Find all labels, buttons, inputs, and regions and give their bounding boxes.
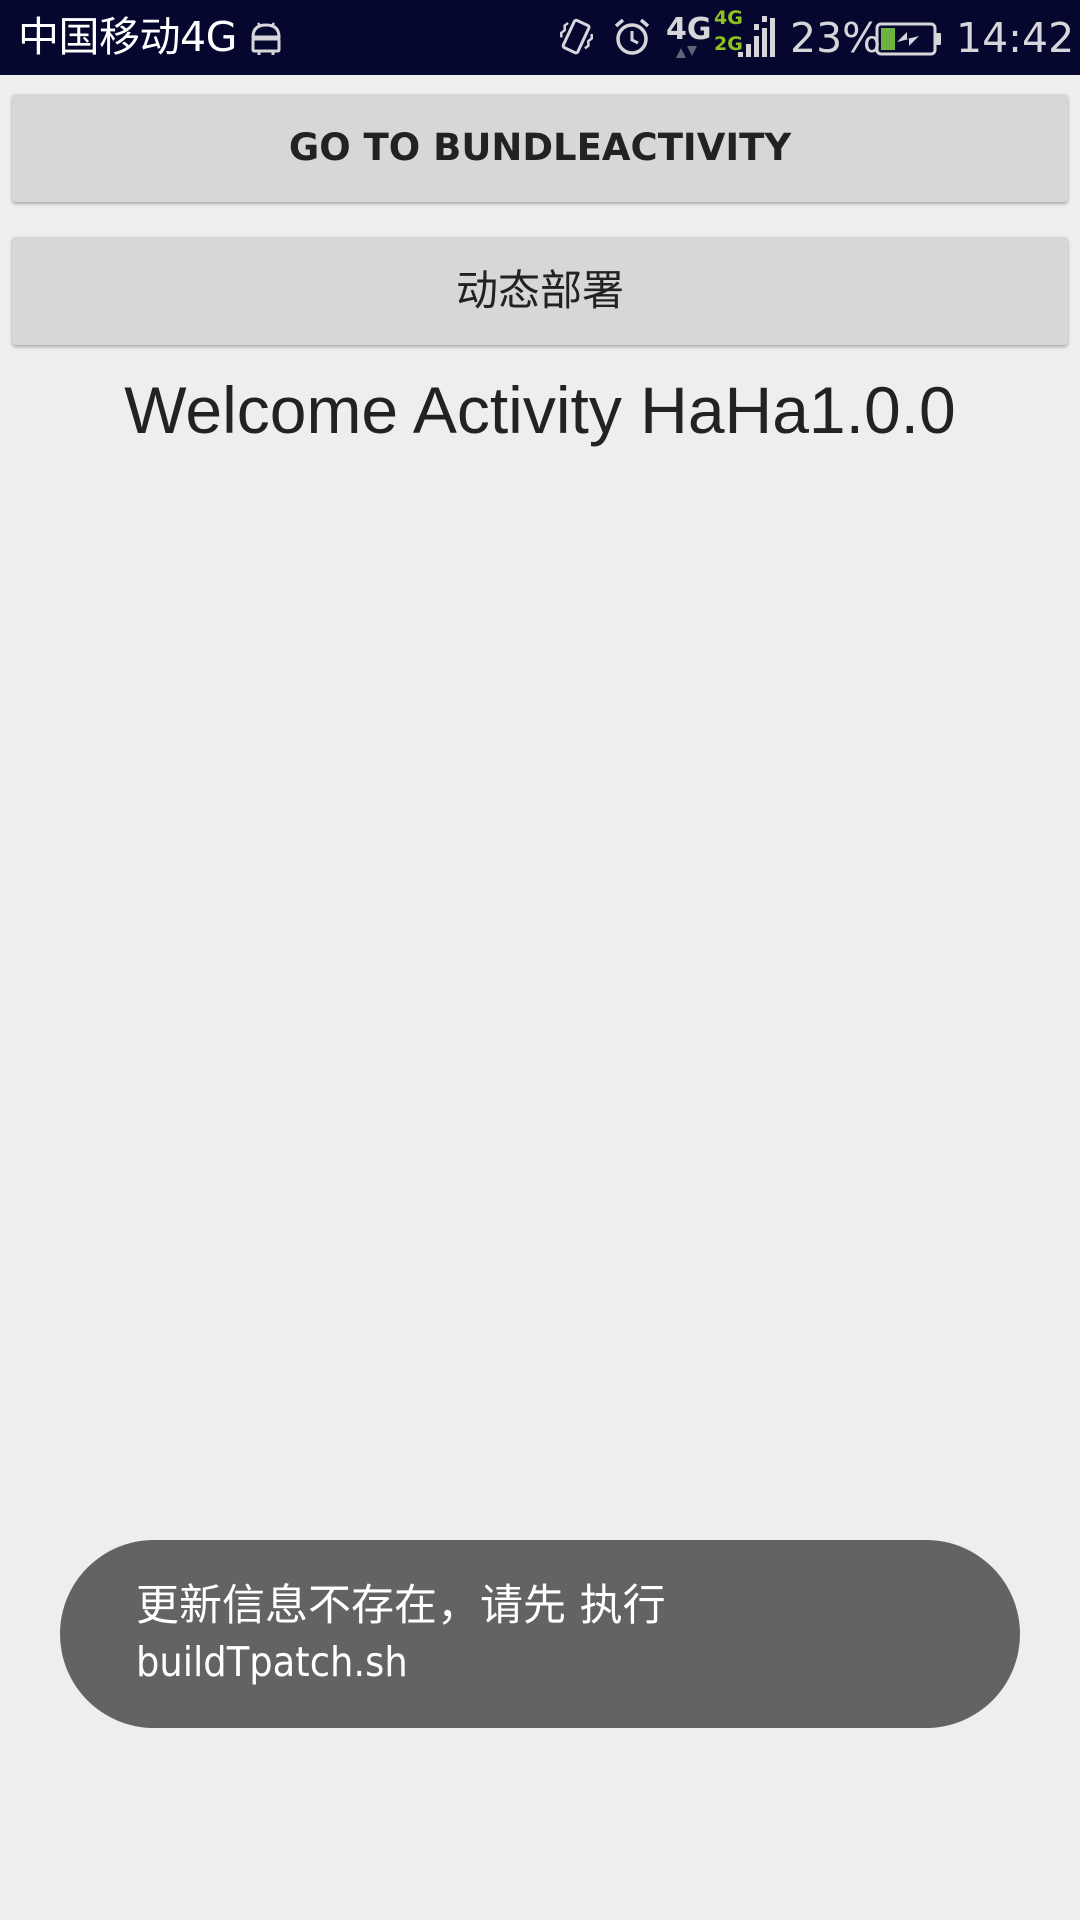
- status-bar: 中国移动4G 4G 4G 2G 23% 14:42: [0, 0, 1080, 75]
- dynamic-deploy-button[interactable]: 动态部署: [12, 237, 1068, 345]
- signal-icon: [738, 16, 775, 57]
- android-debug-icon: [251, 22, 281, 55]
- battery-charging-icon: [875, 22, 941, 56]
- welcome-text: Welcome Activity HaHa1.0.0: [124, 373, 956, 447]
- battery-percent-label: 23%: [790, 14, 882, 62]
- toast-line-1: 更新信息不存在，请先 执行: [136, 1581, 666, 1631]
- go-to-bundle-activity-button[interactable]: GO TO BUNDLEACTIVITY: [12, 94, 1068, 202]
- vibrate-icon: [559, 18, 594, 55]
- data-arrows-icon: [676, 46, 697, 58]
- clock-label: 14:42: [956, 14, 1075, 62]
- carrier-label: 中国移动4G: [18, 13, 237, 61]
- alarm-icon: [614, 18, 650, 55]
- toast-line-2: buildTpatch.sh: [136, 1638, 408, 1686]
- toast-message: 更新信息不存在，请先 执行 buildTpatch.sh: [60, 1540, 1020, 1728]
